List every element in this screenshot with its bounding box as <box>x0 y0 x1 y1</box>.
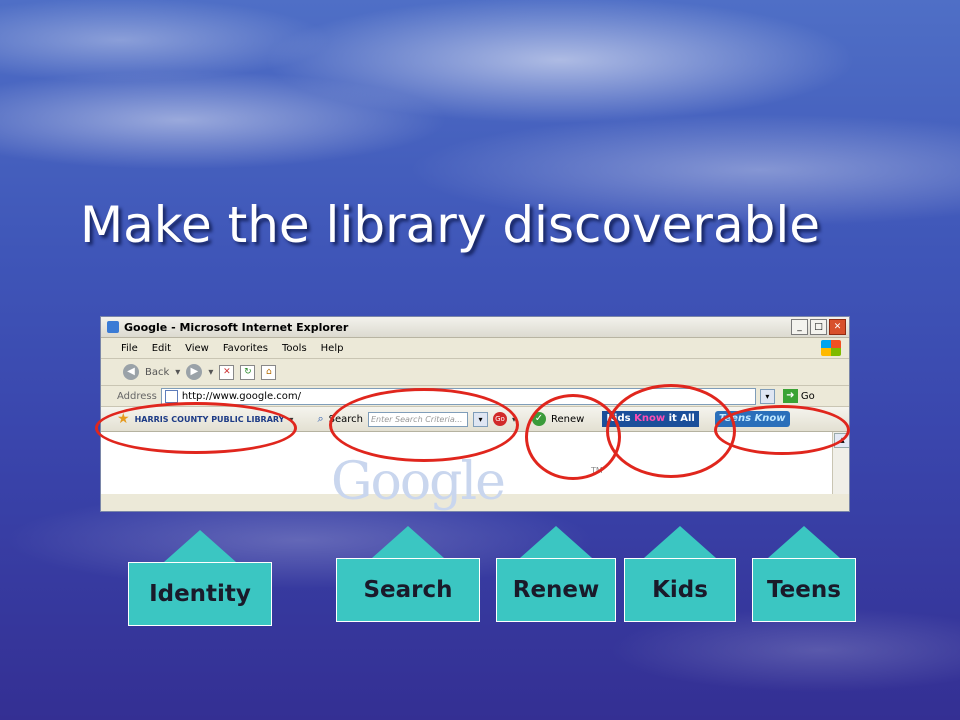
identity-arrow-icon <box>164 530 236 562</box>
search-callout: Search <box>336 526 480 622</box>
kids-label: Kids <box>624 558 736 622</box>
maximize-button[interactable]: □ <box>810 319 827 335</box>
magnifier-icon: ⌕ <box>317 412 324 425</box>
forward-dropdown-icon[interactable]: ▾ <box>208 367 213 378</box>
identity-highlight-oval <box>95 402 297 454</box>
identity-callout: Identity <box>128 530 272 626</box>
menu-edit[interactable]: Edit <box>152 343 171 354</box>
refresh-icon[interactable]: ↻ <box>240 364 256 380</box>
renew-arrow-icon <box>520 526 592 558</box>
back-label[interactable]: Back <box>145 367 169 378</box>
ie-icon <box>107 321 119 333</box>
address-value: http://www.google.com/ <box>181 390 302 402</box>
search-arrow-icon <box>372 526 444 558</box>
address-label: Address <box>117 390 157 402</box>
kids-arrow-icon <box>644 526 716 558</box>
go-arrow-icon: ➜ <box>782 389 798 403</box>
window-titlebar: Google - Microsoft Internet Explorer _ □… <box>101 317 849 338</box>
home-icon[interactable]: ⌂ <box>261 364 277 380</box>
menu-help[interactable]: Help <box>321 343 344 354</box>
renew-callout: Renew <box>496 526 616 622</box>
teens-callout: Teens <box>752 526 856 622</box>
search-highlight-oval <box>329 388 519 462</box>
go-button[interactable]: ➜ Go <box>782 389 815 403</box>
menu-file[interactable]: File <box>121 343 138 354</box>
menu-bar: File Edit View Favorites Tools Help <box>101 338 849 359</box>
close-button[interactable]: ✕ <box>829 319 846 335</box>
menu-tools[interactable]: Tools <box>282 343 307 354</box>
minimize-button[interactable]: _ <box>791 319 808 335</box>
forward-arrow-icon[interactable]: ▶ <box>186 364 203 380</box>
teens-arrow-icon <box>768 526 840 558</box>
menu-view[interactable]: View <box>185 343 209 354</box>
kids-callout: Kids <box>624 526 736 622</box>
go-label: Go <box>800 390 815 402</box>
back-dropdown-icon[interactable]: ▾ <box>175 367 180 378</box>
renew-label: Renew <box>496 558 616 622</box>
window-title: Google - Microsoft Internet Explorer <box>124 320 349 334</box>
search-label: Search <box>336 558 480 622</box>
navigation-toolbar: ◀ Back ▾ ▶ ▾ ✕ ↻ ⌂ <box>101 359 849 386</box>
address-dropdown-icon[interactable]: ▾ <box>759 388 775 404</box>
identity-label: Identity <box>128 562 272 626</box>
slide-title: Make the library discoverable <box>80 196 821 254</box>
menu-favorites[interactable]: Favorites <box>223 343 268 354</box>
teens-label: Teens <box>752 558 856 622</box>
stop-icon[interactable]: ✕ <box>219 364 235 380</box>
teens-highlight-oval <box>714 405 850 455</box>
windows-flag-icon <box>821 340 841 356</box>
page-icon <box>164 389 178 403</box>
back-arrow-icon[interactable]: ◀ <box>123 364 139 380</box>
